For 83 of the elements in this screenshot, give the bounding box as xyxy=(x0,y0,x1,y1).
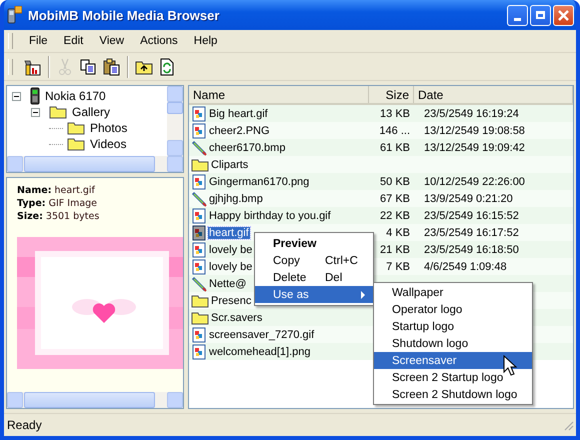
tree-item[interactable]: Photos xyxy=(88,121,130,135)
menu-item[interactable]: View xyxy=(91,35,132,47)
submenu-item[interactable]: Screensaver xyxy=(374,352,532,369)
tree-item[interactable]: Gallery xyxy=(70,105,112,119)
file-date: 23/5/2549 16:19:24 xyxy=(423,108,520,120)
file-name[interactable]: screensaver_7270.gif xyxy=(208,328,316,340)
tree-item[interactable]: Nokia 6170 xyxy=(43,89,108,103)
file-date: 13/12/2549 19:08:58 xyxy=(423,124,526,136)
file-name[interactable]: Cliparts xyxy=(210,158,250,170)
column-header[interactable]: Date xyxy=(414,86,573,103)
submenu-arrow-icon xyxy=(361,291,365,299)
file-date: 23/5/2549 16:18:50 xyxy=(423,244,520,256)
collapse-toggle[interactable] xyxy=(12,92,21,100)
file-name[interactable]: Happy birthday to you.gif xyxy=(208,210,332,222)
file-size: 50 KB xyxy=(379,176,411,188)
pencil-icon xyxy=(191,140,207,156)
menu-item[interactable]: Help xyxy=(186,35,226,47)
file-date: 10/12/2549 22:26:00 xyxy=(423,176,526,188)
file-name[interactable]: Scr.savers xyxy=(210,312,264,324)
file-size: 61 KB xyxy=(379,142,411,154)
resize-grip-icon[interactable] xyxy=(562,419,574,431)
file-size: 4 KB xyxy=(385,226,411,238)
context-menu-item[interactable]: Copy Ctrl+C xyxy=(255,252,373,269)
file-date: 23/5/2549 16:15:52 xyxy=(423,210,520,222)
file-size: 146 ... xyxy=(378,124,411,136)
horizontal-scrollbar[interactable] xyxy=(7,156,183,172)
menu-item[interactable]: File xyxy=(21,35,56,47)
minimize-icon xyxy=(514,18,521,20)
file-date: 4/6/2549 1:09:48 xyxy=(423,260,508,272)
pencil-icon xyxy=(191,190,207,206)
file-name[interactable]: Presenc xyxy=(210,294,252,306)
column-header[interactable]: Name xyxy=(189,86,369,103)
horizontal-scrollbar[interactable] xyxy=(7,392,183,408)
file-date: 13/9/2549 0:21:20 xyxy=(423,192,514,204)
context-menu-item[interactable]: Preview xyxy=(255,235,373,252)
file-size: 22 KB xyxy=(379,210,411,222)
tree-item[interactable]: Videos xyxy=(88,137,128,151)
file-date: 13/12/2549 19:09:42 xyxy=(423,142,526,154)
pencil-icon xyxy=(191,276,207,292)
mouse-cursor-icon xyxy=(503,355,517,377)
column-header[interactable]: Size xyxy=(369,86,414,103)
menu-item[interactable]: Actions xyxy=(132,35,186,47)
folder-icon xyxy=(49,105,67,119)
file-name[interactable]: heart.gif xyxy=(208,226,250,238)
folder-icon xyxy=(67,121,85,135)
file-name[interactable]: Big heart.gif xyxy=(208,108,269,120)
phone-icon xyxy=(30,87,40,105)
phone-icon xyxy=(6,6,22,24)
maximize-icon xyxy=(536,11,545,19)
submenu-item[interactable]: Wallpaper xyxy=(374,284,532,301)
file-name[interactable]: lovely be xyxy=(208,260,254,272)
file-name[interactable]: cheer2.PNG xyxy=(208,124,271,136)
folder-icon xyxy=(67,137,85,151)
file-name[interactable]: cheer6170.bmp xyxy=(208,142,286,154)
file-name[interactable]: Gingerman6170.png xyxy=(208,176,310,188)
context-menu-item[interactable]: Delete Del xyxy=(255,269,373,286)
file-size: 67 KB xyxy=(379,192,411,204)
file-name[interactable]: Nette@ xyxy=(208,278,248,290)
status-text: Ready xyxy=(7,418,42,432)
close-icon xyxy=(557,8,570,22)
file-size: 21 KB xyxy=(379,244,411,256)
vertical-scrollbar[interactable] xyxy=(167,86,183,156)
menu-item[interactable]: Edit xyxy=(56,35,92,47)
submenu-item[interactable]: Shutdown logo xyxy=(374,335,532,352)
file-name[interactable]: gjhjhg.bmp xyxy=(208,192,264,204)
submenu-item[interactable]: Screen 2 Shutdown logo xyxy=(374,386,532,403)
collapse-toggle[interactable] xyxy=(31,108,40,116)
file-date: 23/5/2549 16:17:52 xyxy=(423,226,520,238)
maximize-button[interactable] xyxy=(530,4,551,26)
window-title: MobiMB Mobile Media Browser xyxy=(28,8,220,22)
submenu-item[interactable]: Screen 2 Startup logo xyxy=(374,369,532,386)
submenu-item[interactable]: Operator logo xyxy=(374,301,532,318)
file-name[interactable]: lovely be xyxy=(208,244,254,256)
file-size: 13 KB xyxy=(379,108,411,120)
file-size: 7 KB xyxy=(385,260,411,272)
submenu-item[interactable]: Startup logo xyxy=(374,318,532,335)
close-button[interactable] xyxy=(553,4,574,26)
minimize-button[interactable] xyxy=(507,4,528,26)
file-info-text: Size: 3501 bytes xyxy=(17,210,100,223)
file-info-text: Name: heart.gif xyxy=(17,184,96,197)
file-info-text: Type: GIF Image xyxy=(17,197,98,210)
context-menu-item[interactable]: Use as xyxy=(255,286,373,303)
file-name[interactable]: welcomehead[1].png xyxy=(208,346,312,358)
